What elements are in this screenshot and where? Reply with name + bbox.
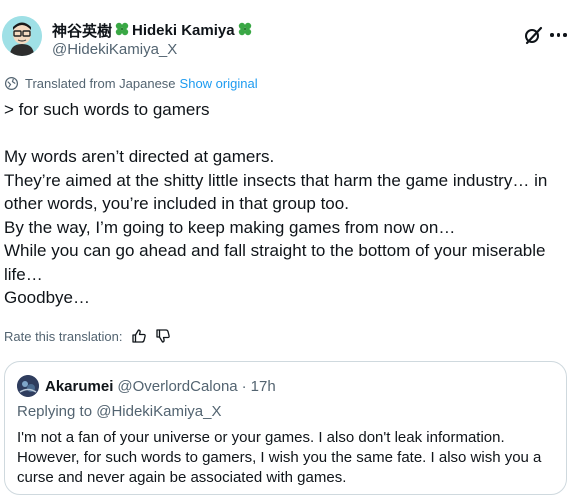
author-name[interactable]: 神谷英樹 Hideki Kamiya <box>52 20 255 41</box>
author-display-name: 神谷英樹 <box>52 23 113 40</box>
show-original-link[interactable]: Show original <box>180 76 258 91</box>
quoted-timestamp[interactable]: 17h <box>251 378 276 395</box>
quoted-author-avatar[interactable] <box>17 375 39 397</box>
clover-icon <box>114 21 130 41</box>
thumbs-up-icon[interactable] <box>131 328 147 344</box>
quoted-tweet[interactable]: Akarumei @OverlordCalona · 17h Replying … <box>4 361 567 495</box>
rate-translation: Rate this translation: <box>4 328 171 344</box>
globe-icon <box>4 76 19 91</box>
translation-note: Translated from Japanese Show original <box>4 76 258 91</box>
tweet-header: 神谷英樹 Hideki Kamiya @HidekiKamiya_X <box>0 6 568 62</box>
tweet-text: > for such words to gamers My words aren… <box>4 100 548 307</box>
author-avatar[interactable] <box>2 16 42 56</box>
quoted-replying-to: Replying to @HidekiKamiya_X <box>17 403 222 420</box>
quoted-tweet-text: I'm not a fan of your universe or your g… <box>17 429 542 486</box>
quoted-author-name[interactable]: Akarumei <box>45 378 113 395</box>
author-display-name-latin: Hideki Kamiya <box>132 22 235 39</box>
grok-icon[interactable] <box>522 24 544 46</box>
more-icon[interactable] <box>550 33 567 37</box>
quoted-separator: · <box>241 377 247 395</box>
thumbs-down-icon[interactable] <box>155 328 171 344</box>
clover-icon <box>237 21 253 41</box>
quoted-tweet-header: Akarumei @OverlordCalona · 17h <box>17 375 276 397</box>
rate-translation-label: Rate this translation: <box>4 328 123 344</box>
author-handle[interactable]: @HidekiKamiya_X <box>52 41 177 58</box>
translation-note-text: Translated from Japanese <box>25 76 176 91</box>
quoted-author-handle[interactable]: @OverlordCalona <box>117 378 237 395</box>
